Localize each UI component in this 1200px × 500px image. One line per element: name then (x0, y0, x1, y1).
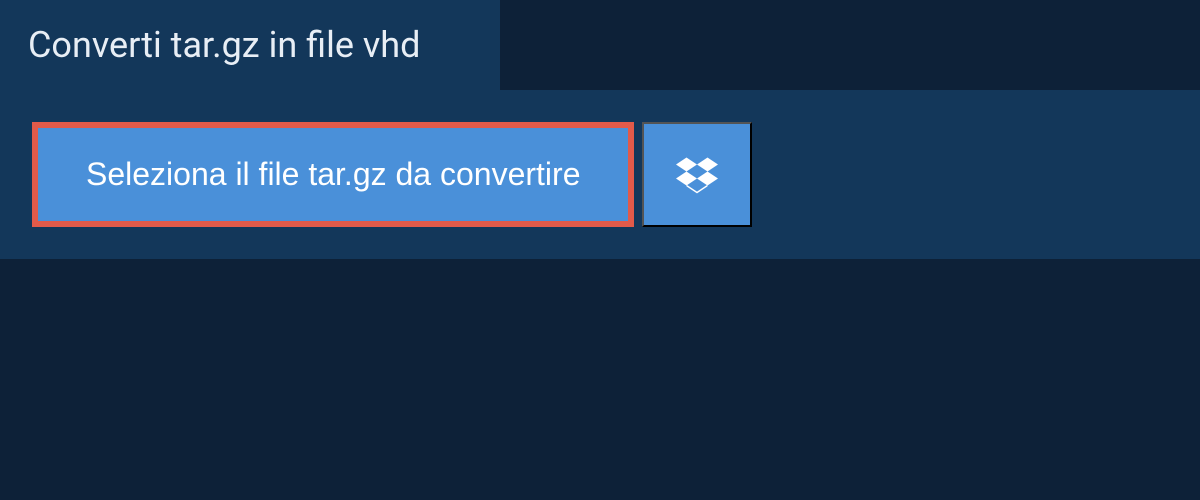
below-area (0, 259, 1200, 459)
dropbox-icon (676, 154, 718, 196)
select-file-label: Seleziona il file tar.gz da convertire (86, 156, 580, 193)
dropbox-button[interactable] (642, 122, 752, 227)
page-title: Converti tar.gz in file vhd (28, 24, 472, 66)
header-bar: Converti tar.gz in file vhd (0, 0, 500, 90)
button-row: Seleziona il file tar.gz da convertire (32, 122, 1168, 227)
content-panel: Seleziona il file tar.gz da convertire (0, 90, 1200, 259)
select-file-button[interactable]: Seleziona il file tar.gz da convertire (32, 122, 634, 227)
